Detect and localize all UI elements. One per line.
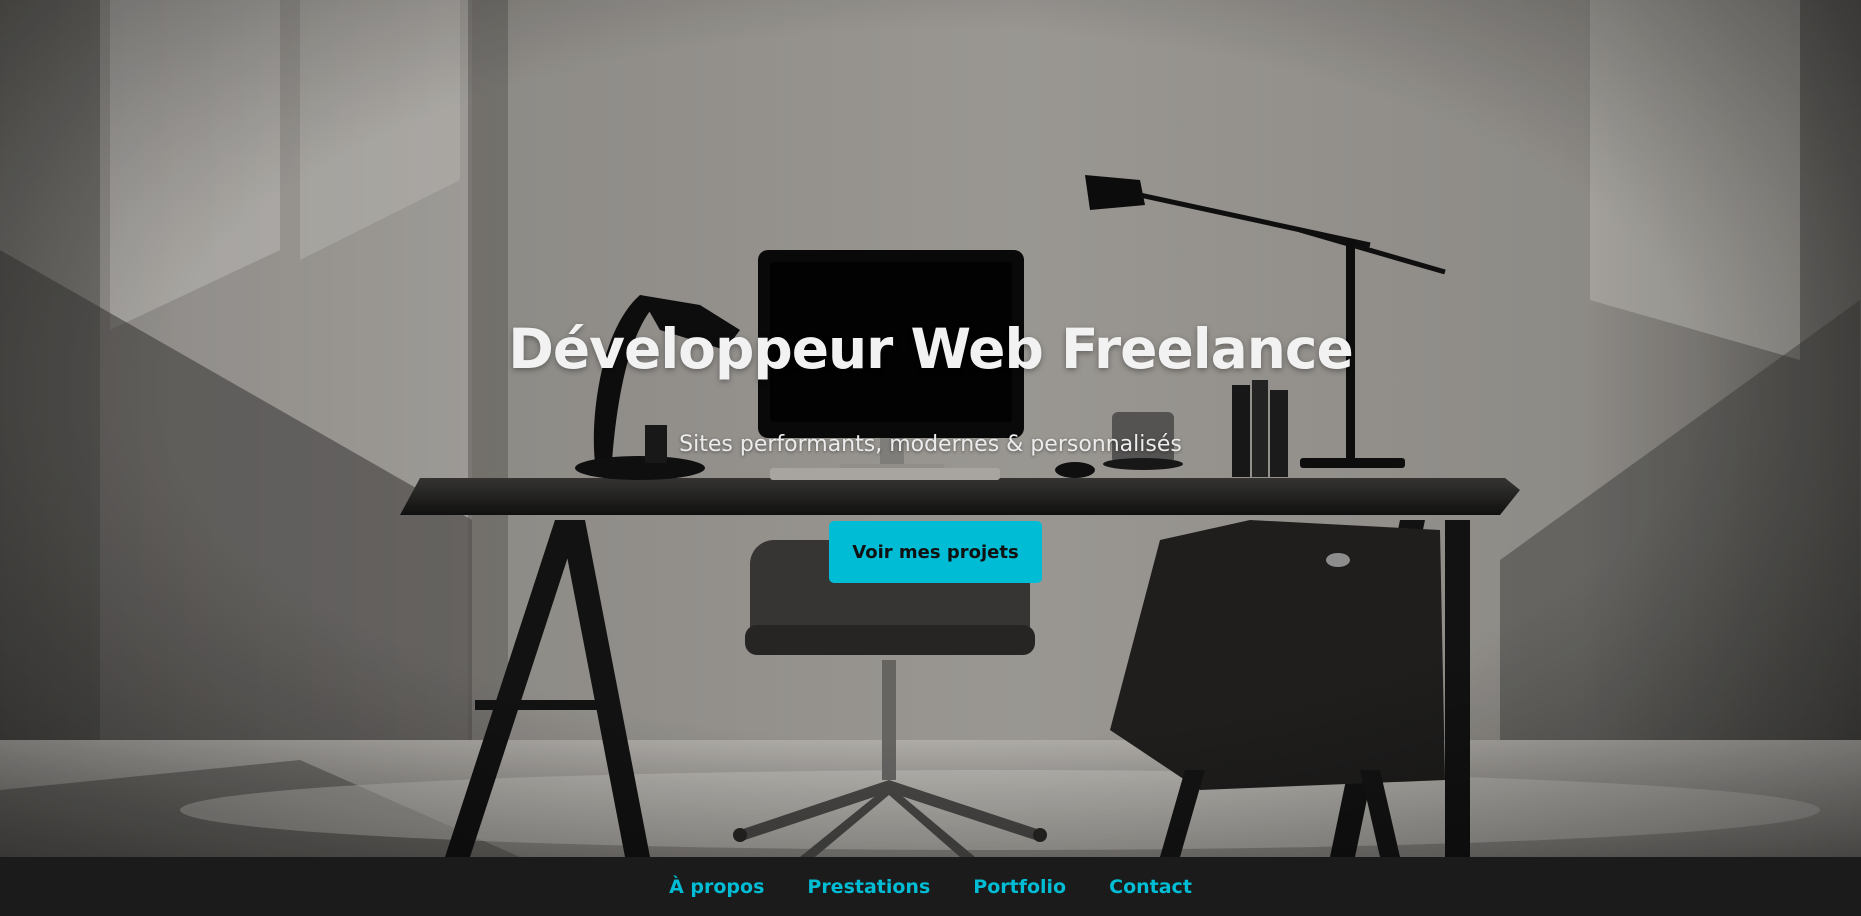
footer-navigation-bar: À propos Prestations Portfolio Contact <box>0 857 1861 916</box>
nav-item-contact: Contact <box>1109 876 1192 898</box>
nav-link-about[interactable]: À propos <box>669 876 764 898</box>
nav-item-portfolio: Portfolio <box>973 876 1066 898</box>
nav-link-portfolio[interactable]: Portfolio <box>973 876 1066 898</box>
hero-section: Développeur Web Freelance Sites performa… <box>0 0 1861 857</box>
nav-link-contact[interactable]: Contact <box>1109 876 1192 898</box>
hero-content: Développeur Web Freelance Sites performa… <box>0 0 1861 857</box>
nav-item-services: Prestations <box>807 876 930 898</box>
view-projects-button[interactable]: Voir mes projets <box>829 521 1042 583</box>
hero-subtitle: Sites performants, modernes & personnali… <box>679 432 1182 457</box>
nav-item-about: À propos <box>669 876 764 898</box>
nav-list: À propos Prestations Portfolio Contact <box>0 857 1861 916</box>
hero-title: Développeur Web Freelance <box>508 317 1354 381</box>
nav-link-services[interactable]: Prestations <box>807 876 930 898</box>
